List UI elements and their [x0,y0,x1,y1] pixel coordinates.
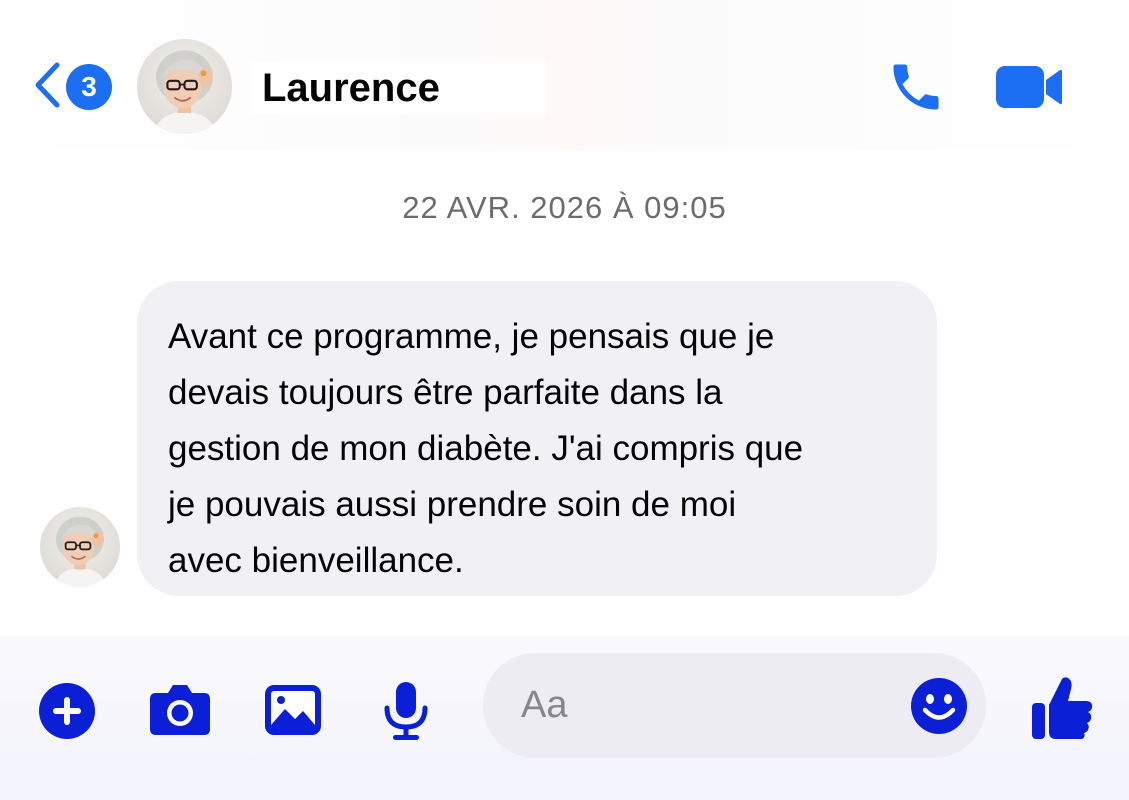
message-timestamp: 22 AVR. 2026 À 09:05 [402,190,727,225]
plus-circle-icon [38,682,96,740]
microphone-icon [380,680,432,742]
voice-message-button[interactable] [380,680,432,742]
unread-count-badge: 3 [66,64,112,110]
message-text: Avant ce programme, je pensais que je de… [168,317,804,580]
sender-avatar [40,507,120,587]
thumbs-up-icon [1030,675,1094,741]
messenger-chat-screen: 3 Laurence 22 AVR. 2026 À 09:05 Avant ce… [0,0,1129,800]
audio-call-button[interactable] [886,57,946,117]
emoji-button[interactable] [910,677,968,735]
chat-header: 3 Laurence [0,0,1129,150]
image-icon [263,683,323,737]
contact-avatar[interactable] [137,39,232,134]
camera-button[interactable] [148,683,212,737]
camera-icon [148,683,212,737]
video-camera-icon [994,62,1064,112]
like-button[interactable] [1030,675,1094,741]
smiley-icon [910,677,968,735]
video-call-button[interactable] [994,62,1064,112]
chevron-left-icon [32,60,62,110]
phone-icon [886,57,946,117]
back-button[interactable]: 3 [30,58,120,114]
gallery-button[interactable] [263,683,323,737]
incoming-message-bubble[interactable]: Avant ce programme, je pensais que je de… [137,281,937,596]
more-actions-button[interactable] [38,682,96,740]
contact-name[interactable]: Laurence [252,62,546,114]
